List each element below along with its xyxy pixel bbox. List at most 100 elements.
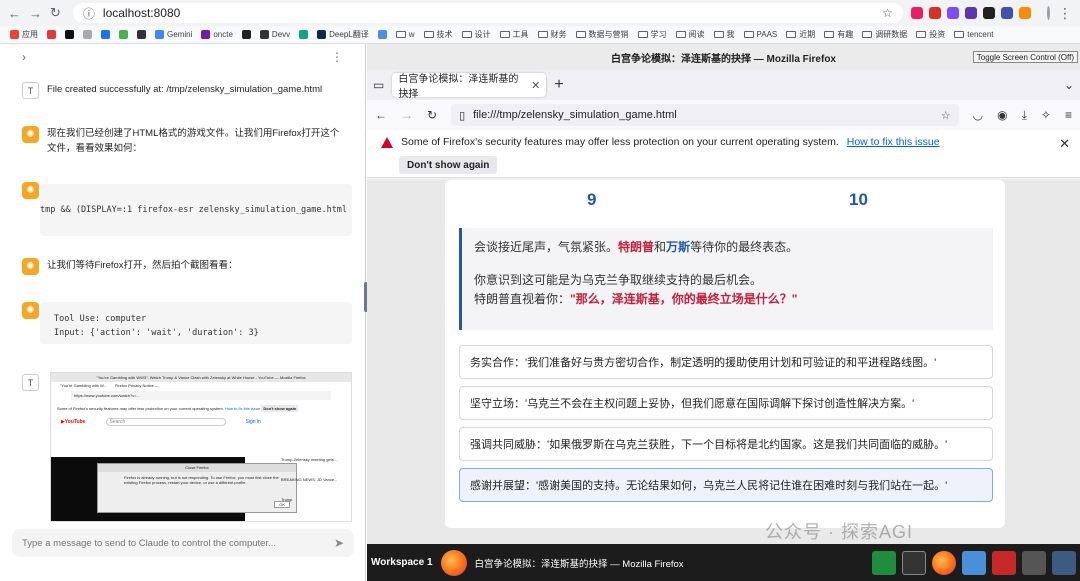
- assistant-message: ✺ 现在我们已经创建了HTML格式的游戏文件。让我们用Firefox打开这个文件…: [22, 126, 342, 156]
- bookmark-folder[interactable]: 技术: [423, 29, 453, 40]
- choice-button-1[interactable]: 务实合作：'我们准备好与贵方密切合作，制定透明的援助使用计划和可验证的和平进程路…: [459, 345, 993, 379]
- editor-icon[interactable]: [1022, 550, 1046, 575]
- bookmark-folder[interactable]: 阅读: [675, 29, 705, 40]
- bookmark-item[interactable]: [137, 30, 146, 39]
- tab-game[interactable]: 白宫争论模拟：泽连斯基的抉择 ✕: [392, 73, 547, 100]
- site-info-icon[interactable]: ⓘ: [83, 5, 95, 22]
- bookmark-folder[interactable]: PAAS: [743, 30, 777, 39]
- close-icon[interactable]: ✕: [531, 79, 540, 92]
- bookmark-item[interactable]: DeepL翻译: [317, 29, 369, 40]
- story-line: 会谈接近尾声，气氛紧张。特朗普和万斯等待你的最终表态。: [474, 238, 981, 257]
- bookmark-item[interactable]: 应用: [10, 29, 38, 40]
- bookmark-item[interactable]: [299, 30, 309, 39]
- character-name: 特朗普: [618, 240, 655, 254]
- bookmark-folder[interactable]: 工具: [499, 29, 529, 40]
- warning-icon: [381, 136, 393, 148]
- taskbar-launchers: [872, 550, 1076, 575]
- toggle-screen-control-button[interactable]: Toggle Screen Control (Off): [972, 51, 1078, 63]
- tab-list-icon[interactable]: ▭: [373, 78, 384, 92]
- firefox-address-bar[interactable]: ▯ file:///tmp/zelensky_simulation_game.h…: [451, 104, 959, 126]
- taskbar-window-title[interactable]: 白宫争论模拟：泽连斯基的抉择 — Mozilla Firefox: [475, 556, 684, 570]
- bookmark-item[interactable]: [83, 30, 92, 39]
- bookmark-label: 学习: [650, 30, 667, 39]
- pdf-icon[interactable]: [992, 550, 1016, 575]
- menu-icon[interactable]: ⋮: [1058, 5, 1072, 22]
- bookmark-folder[interactable]: 调研数据: [862, 29, 907, 40]
- bookmark-folder[interactable]: 学习: [637, 29, 667, 40]
- tab-label: 白宫争论模拟：泽连斯基的抉择: [398, 74, 519, 100]
- terminal-icon[interactable]: [902, 550, 926, 575]
- extensions-icon[interactable]: ✧: [1041, 108, 1051, 122]
- bookmark-item[interactable]: [377, 30, 387, 39]
- tool-avatar: T: [22, 82, 39, 99]
- bookmark-folder[interactable]: 数据与营销: [575, 29, 629, 40]
- bookmark-item[interactable]: [65, 30, 74, 39]
- extension-icon[interactable]: [1018, 7, 1031, 19]
- bookmark-item[interactable]: Gemini: [155, 30, 192, 39]
- firefox-icon[interactable]: [440, 549, 467, 576]
- fix-issue-link[interactable]: How to fix this issue: [847, 136, 940, 148]
- menu-icon[interactable]: ⋮: [331, 50, 343, 64]
- bookmark-label: 近期: [799, 30, 816, 39]
- bookmark-star-icon[interactable]: ☆: [941, 109, 951, 122]
- bookmark-folder[interactable]: 投资: [916, 29, 945, 40]
- apps-icon: [10, 30, 19, 39]
- bookmark-folder[interactable]: 我: [713, 29, 735, 40]
- chat-header: › ⋮: [0, 44, 365, 70]
- bookmark-item[interactable]: Devv: [259, 30, 290, 39]
- choice-button-2[interactable]: 坚守立场：'乌克兰不会在主权问题上妥协，但我们愿意在国际调解下探讨创造性解决方案…: [459, 386, 993, 420]
- reload-icon[interactable]: ↻: [50, 4, 61, 22]
- extension-icon[interactable]: [964, 7, 977, 19]
- hamburger-menu-icon[interactable]: ≡: [1065, 108, 1072, 122]
- back-arrow-icon[interactable]: ←: [375, 108, 387, 122]
- close-icon[interactable]: ✕: [1059, 136, 1070, 152]
- new-tab-icon[interactable]: +: [554, 76, 563, 94]
- bookmark-item[interactable]: oncte: [201, 30, 233, 39]
- bookmark-item[interactable]: [101, 30, 110, 39]
- firefox-icon[interactable]: [932, 550, 956, 575]
- workspace-label[interactable]: Workspace 1: [371, 557, 433, 568]
- send-icon[interactable]: ➤: [334, 536, 344, 550]
- extension-icon[interactable]: [910, 7, 923, 19]
- chat-input-box[interactable]: ➤: [12, 529, 354, 557]
- bookmark-item[interactable]: [47, 30, 56, 39]
- extension-icon[interactable]: [1000, 7, 1013, 19]
- account-icon[interactable]: ◉: [997, 108, 1007, 122]
- screenshot-thumbnail[interactable]: "You're Gambling with WW3": Watch Trump …: [50, 372, 352, 522]
- forward-arrow-icon[interactable]: →: [29, 4, 42, 22]
- bookmark-folder[interactable]: 近期: [786, 29, 815, 40]
- bookmark-label: 技术: [436, 30, 453, 39]
- bookmark-folder[interactable]: 设计: [461, 29, 491, 40]
- bookmark-folder[interactable]: w: [395, 30, 415, 39]
- chevron-right-icon[interactable]: ›: [22, 50, 26, 64]
- thumb-warning-text: Some of Firefox's security features may …: [57, 406, 224, 411]
- extension-icon[interactable]: [928, 7, 941, 19]
- reload-icon[interactable]: ↻: [427, 108, 437, 122]
- message-input[interactable]: [22, 537, 334, 549]
- bookmark-folder[interactable]: 有趣: [824, 29, 853, 40]
- address-bar[interactable]: ⓘ localhost:8080 ☆: [72, 3, 903, 23]
- folder-icon: [675, 31, 686, 38]
- pocket-icon[interactable]: ◡: [973, 108, 983, 122]
- chat-panel: › ⋮ T File created successfully at: /tmp…: [0, 44, 366, 581]
- bookmark-star-icon[interactable]: ☆: [882, 6, 893, 20]
- forward-arrow-icon[interactable]: →: [401, 108, 413, 122]
- chevron-down-icon[interactable]: ⌄: [1064, 78, 1074, 92]
- choice-button-3[interactable]: 强调共同威胁：'如果俄罗斯在乌克兰获胜，下一个目标将是北约国家。这是我们共同面临…: [459, 427, 993, 461]
- extension-icon[interactable]: [982, 7, 995, 19]
- bookmark-folder[interactable]: tencent: [954, 30, 994, 39]
- address-url: file:///tmp/zelensky_simulation_game.htm…: [473, 109, 677, 121]
- calculator-icon[interactable]: [1052, 550, 1076, 575]
- back-arrow-icon[interactable]: ←: [8, 4, 21, 22]
- bookmark-item[interactable]: [241, 30, 251, 39]
- extension-icon[interactable]: [946, 7, 959, 19]
- dont-show-again-button[interactable]: Don't show again: [399, 156, 498, 174]
- bookmark-folder[interactable]: 财务: [537, 29, 567, 40]
- bookmark-item[interactable]: [119, 30, 128, 39]
- avatar[interactable]: [1046, 6, 1050, 20]
- site-icon: [137, 30, 146, 39]
- choice-button-4[interactable]: 感谢并展望：'感谢美国的支持。无论结果如何，乌克兰人民将记住谁在困难时刻与我们站…: [459, 468, 993, 502]
- image-viewer-icon[interactable]: [962, 550, 986, 575]
- spreadsheet-icon[interactable]: [872, 550, 896, 575]
- download-icon[interactable]: ⤓: [1022, 108, 1027, 123]
